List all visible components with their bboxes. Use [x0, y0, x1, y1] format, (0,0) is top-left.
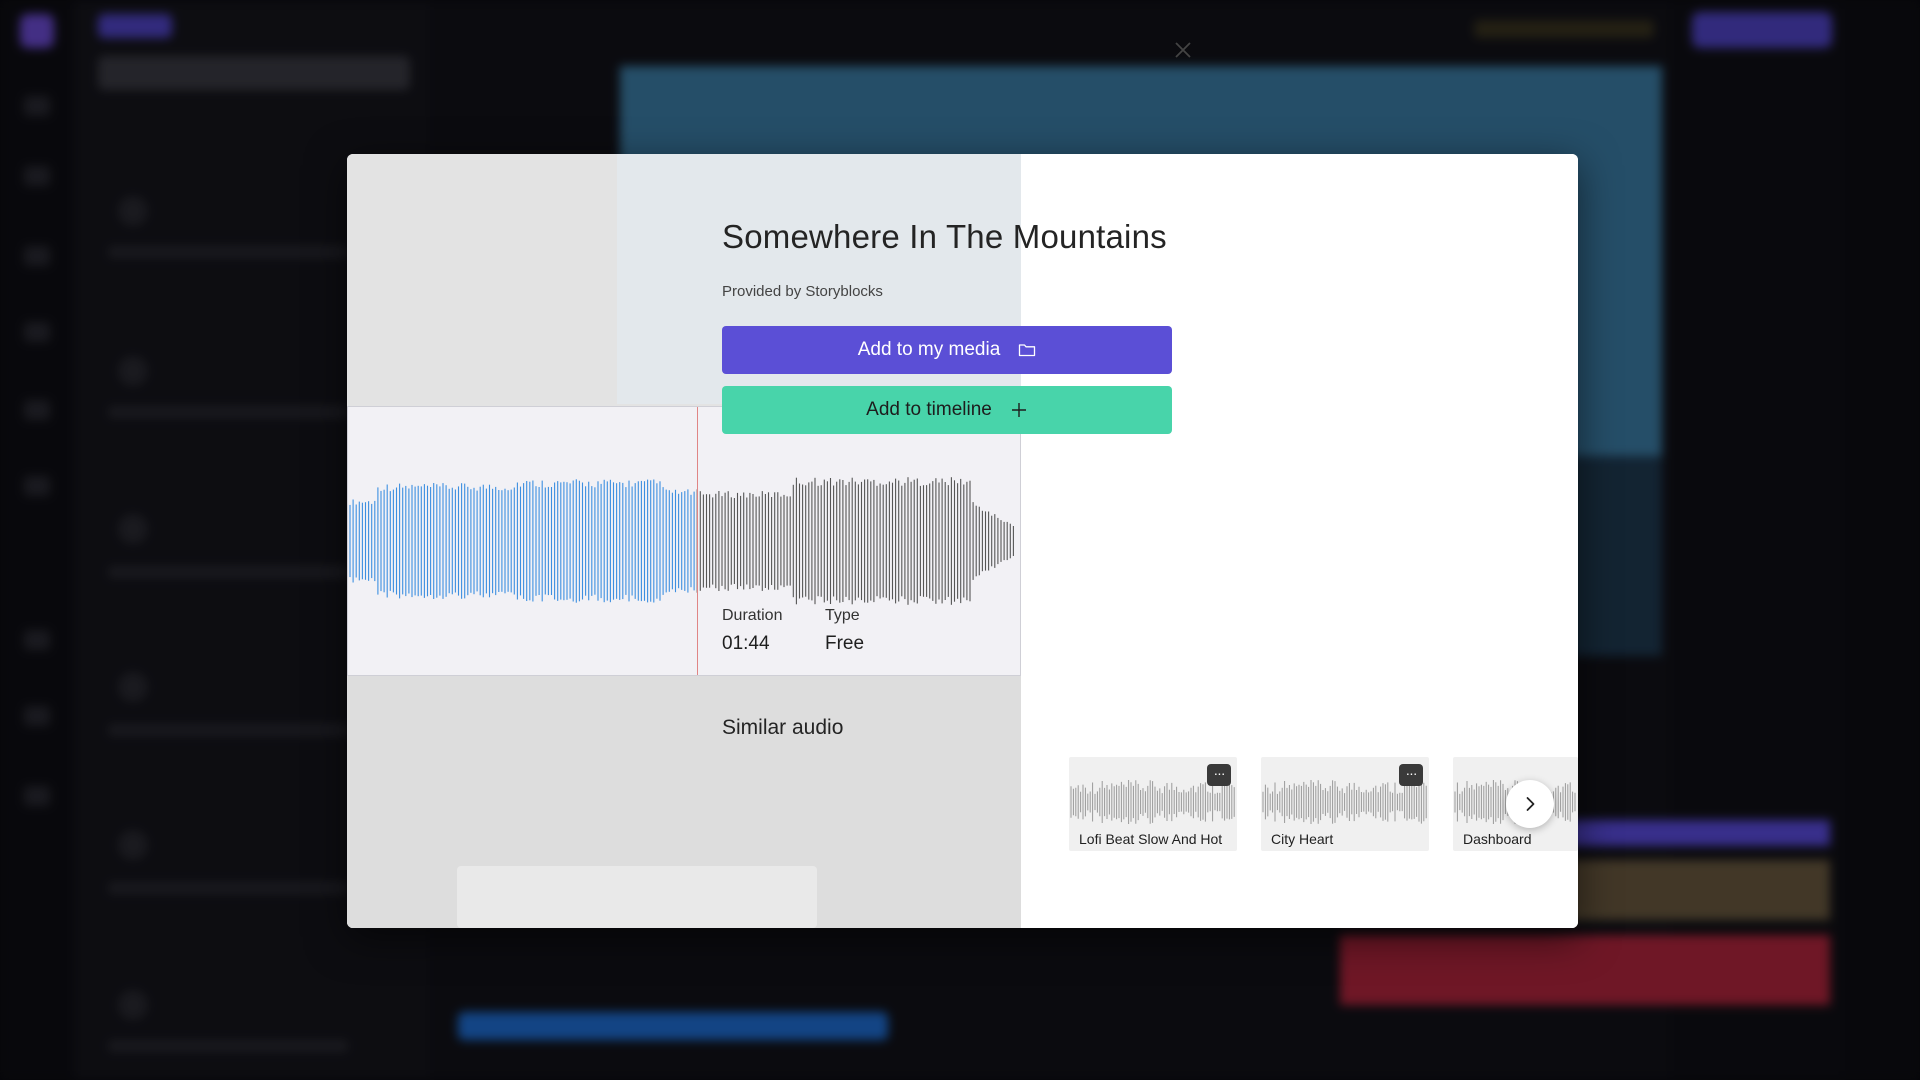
- add-to-timeline-button[interactable]: Add to timeline: [722, 386, 1172, 434]
- audio-preview-pane: [347, 154, 1021, 928]
- similar-audio-heading: Similar audio: [722, 716, 844, 739]
- duration-label: Duration: [722, 607, 783, 624]
- close-icon: [1175, 42, 1191, 58]
- type-label: Type: [825, 607, 860, 624]
- type-value: Free: [825, 633, 865, 654]
- playhead[interactable]: [697, 407, 698, 675]
- audio-provider: Provided by Storyblocks: [722, 283, 883, 300]
- plus-icon: [1010, 401, 1028, 419]
- folder-icon: [1018, 341, 1036, 359]
- waveform-graphic: [349, 477, 1014, 605]
- preview-backdrop: [457, 866, 817, 928]
- similar-audio-title: Lofi Beat Slow And Hot: [1079, 831, 1223, 847]
- similar-audio-card[interactable]: ··· City Heart: [1261, 757, 1429, 851]
- similar-audio-title: Dashboard: [1463, 831, 1532, 847]
- more-options-button[interactable]: ···: [1399, 764, 1423, 786]
- similar-audio-title: City Heart: [1271, 831, 1334, 847]
- duration-value: 01:44: [722, 633, 770, 654]
- add-to-my-media-button[interactable]: Add to my media: [722, 326, 1172, 374]
- close-button[interactable]: [1171, 38, 1195, 62]
- next-similar-button[interactable]: [1506, 780, 1554, 828]
- more-options-button[interactable]: ···: [1207, 764, 1231, 786]
- add-to-my-media-label: Add to my media: [857, 339, 1001, 360]
- audio-title: Somewhere In The Mountains: [722, 218, 1167, 255]
- add-to-timeline-label: Add to timeline: [866, 399, 992, 420]
- similar-audio-card[interactable]: ··· Lofi Beat Slow And Hot: [1069, 757, 1237, 851]
- audio-waveform[interactable]: [347, 406, 1021, 676]
- chevron-right-icon: [1526, 797, 1535, 811]
